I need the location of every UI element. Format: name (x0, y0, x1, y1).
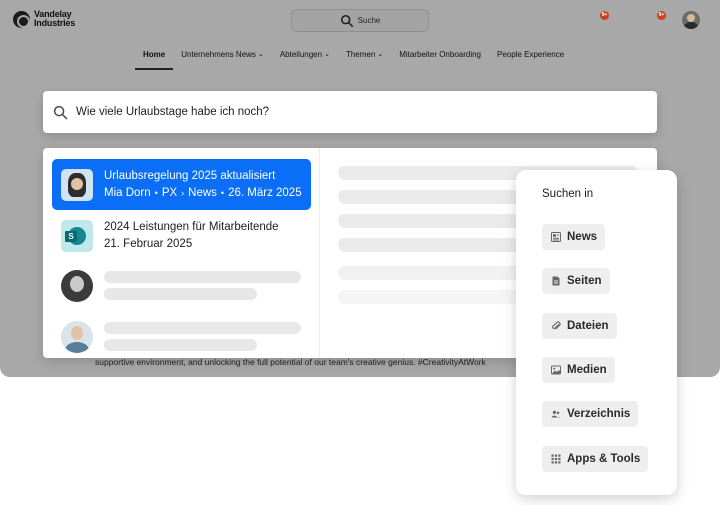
chevron-right-icon: › (181, 188, 185, 198)
sharepoint-icon (65, 226, 86, 245)
skeleton-line (104, 322, 301, 334)
top-search-box[interactable]: Suche (291, 9, 429, 32)
brand-name: Vandelay Industries (34, 10, 98, 28)
skeleton-line (104, 271, 301, 283)
nav-people-experience[interactable]: People Experience (489, 50, 572, 70)
news-icon (551, 232, 561, 242)
brand-name-line2: Industries (34, 18, 76, 28)
result-item[interactable]: 2024 Leistungen für Mitarbeitende 21. Fe… (52, 210, 311, 261)
chevron-down-icon: ⌄ (324, 51, 330, 58)
scope-verzeichnis-label: Verzeichnis (567, 408, 631, 420)
scope-medien-label: Medien (567, 364, 607, 376)
scope-apps-tools-button[interactable]: Apps & Tools (542, 446, 649, 472)
search-icon (53, 105, 68, 119)
nav-home[interactable]: Home (135, 50, 174, 70)
search-query: Wie viele Urlaubstage habe ich noch? (76, 106, 270, 118)
user-avatar[interactable] (682, 11, 700, 29)
scope-dateien-button[interactable]: Dateien (542, 313, 617, 339)
search-input[interactable]: Wie viele Urlaubstage habe ich noch? (43, 91, 657, 133)
avatar (61, 320, 93, 353)
scope-news-button[interactable]: News (542, 224, 606, 250)
search-scope-popover: Suchen in News Seiten Dateien Medien Ver… (516, 170, 677, 495)
nav-people-experience-label: People Experience (497, 50, 565, 59)
paperclip-icon (552, 321, 561, 330)
nav-mitarbeiter-onboarding[interactable]: Mitarbeiter Onboarding (391, 50, 489, 70)
page-icon (552, 276, 560, 286)
top-search-placeholder: Suche (357, 16, 381, 25)
dot-separator: • (220, 188, 225, 198)
chevron-down-icon: ⌄ (377, 51, 384, 58)
skeleton-line (104, 288, 257, 300)
notification-badge[interactable]: 9+ (600, 11, 609, 20)
result-section: News (188, 187, 217, 199)
scope-verzeichnis-button[interactable]: Verzeichnis (542, 401, 639, 427)
dot-separator: • (154, 188, 158, 198)
result-item-loading (52, 311, 311, 358)
scope-medien-button[interactable]: Medien (542, 357, 615, 383)
result-dept: PX (161, 187, 178, 199)
nav-themen-label: Themen (345, 50, 376, 59)
search-icon (340, 14, 353, 27)
result-date: 26. März 2025 (228, 187, 302, 199)
grid-icon (551, 454, 561, 464)
sharepoint-thumbnail (61, 219, 93, 252)
scope-apps-tools-label: Apps & Tools (567, 453, 641, 465)
result-title: Urlaubsregelung 2025 aktualisiert (104, 170, 276, 182)
brand-logo[interactable]: Vandelay Industries (13, 10, 98, 28)
scope-seiten-button[interactable]: Seiten (542, 268, 610, 294)
nav-home-label: Home (143, 50, 166, 59)
nav-onboarding-label: Mitarbeiter Onboarding (399, 50, 482, 59)
skeleton-line (104, 339, 257, 351)
logo-icon (13, 10, 30, 28)
chevron-down-icon: ⌄ (257, 51, 264, 58)
scope-dateien-label: Dateien (567, 320, 609, 332)
message-badge[interactable]: 9+ (657, 11, 666, 20)
people-icon (551, 410, 561, 418)
result-item[interactable]: Urlaubsregelung 2025 aktualisiert Mia Do… (52, 159, 311, 210)
image-icon (551, 365, 561, 375)
result-meta: Mia Dorn • PX › News • 26. März 2025 (104, 187, 302, 199)
scope-seiten-label: Seiten (567, 275, 602, 287)
news-thumbnail (61, 168, 93, 201)
avatar (61, 269, 93, 302)
result-item-loading (52, 260, 311, 311)
stage: Vandelay Industries Suche 9+ 9+ Home Unt… (0, 0, 720, 505)
scope-news-label: News (567, 231, 598, 243)
main-nav: Home Unternehmens News ⌄ Abteilungen ⌄ The… (135, 50, 572, 70)
nav-abteilungen-label: Abteilungen (279, 50, 323, 59)
result-title: 2024 Leistungen für Mitarbeitende (104, 221, 279, 233)
nav-themen[interactable]: Themen ⌄ (338, 50, 391, 70)
result-date: 21. Februar 2025 (104, 238, 193, 250)
results-list: Urlaubsregelung 2025 aktualisiert Mia Do… (43, 148, 320, 358)
result-author: Mia Dorn (104, 187, 151, 199)
nav-unternehmens-news-label: Unternehmens News (181, 50, 256, 59)
background-post-text: supportive environment, and unlocking th… (95, 357, 486, 367)
nav-unternehmens-news[interactable]: Unternehmens News ⌄ (173, 50, 272, 70)
nav-abteilungen[interactable]: Abteilungen ⌄ (272, 50, 338, 70)
popover-title: Suchen in (542, 188, 594, 200)
